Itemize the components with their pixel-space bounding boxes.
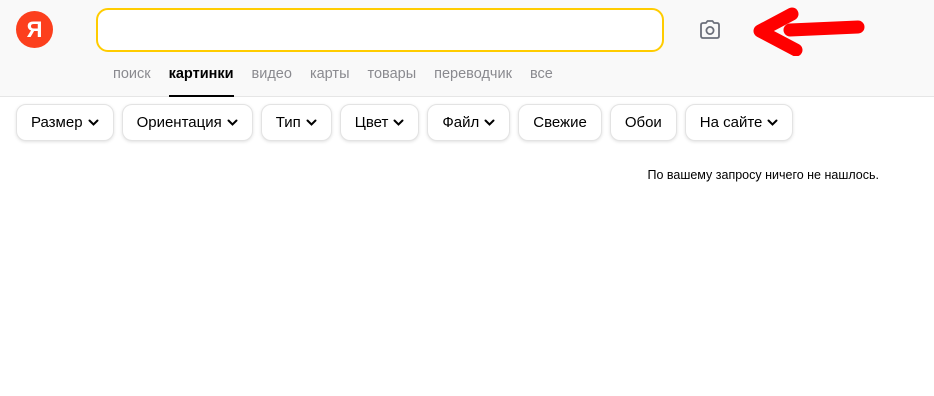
filter-type-button[interactable]: Тип <box>260 104 332 141</box>
filter-label: Свежие <box>533 114 587 131</box>
filter-bar: Размер Ориентация Тип Цвет Файл Свежие О… <box>16 104 794 141</box>
camera-search-button[interactable] <box>693 14 727 46</box>
chevron-down-icon <box>306 119 317 127</box>
filter-orientation-button[interactable]: Ориентация <box>121 104 253 141</box>
camera-icon <box>700 20 720 39</box>
nav-item-translator[interactable]: переводчик <box>434 64 512 97</box>
chevron-down-icon <box>484 119 495 127</box>
filter-label: Файл <box>442 114 480 131</box>
chevron-down-icon <box>88 119 99 127</box>
filter-label: На сайте <box>699 114 763 131</box>
filter-label: Обои <box>624 114 662 131</box>
chevron-down-icon <box>227 119 238 127</box>
search-input[interactable] <box>98 10 662 50</box>
nav-item-video[interactable]: видео <box>252 64 292 97</box>
filter-fresh-button[interactable]: Свежие <box>518 104 602 141</box>
nav-item-images[interactable]: картинки <box>168 64 234 97</box>
nav-item-products[interactable]: товары <box>368 64 417 97</box>
filter-label: Тип <box>275 114 301 131</box>
chevron-down-icon <box>393 119 404 127</box>
filter-label: Цвет <box>354 114 389 131</box>
filter-file-button[interactable]: Файл <box>427 104 511 141</box>
filter-label: Размер <box>31 114 83 131</box>
filter-wallpapers-button[interactable]: Обои <box>609 104 677 141</box>
search-type-nav: поиск картинки видео карты товары перево… <box>113 64 571 97</box>
search-box <box>96 8 664 52</box>
yandex-logo[interactable]: Я <box>16 11 53 48</box>
filter-on-site-button[interactable]: На сайте <box>684 104 794 141</box>
filter-size-button[interactable]: Размер <box>16 104 114 141</box>
nav-item-maps[interactable]: карты <box>310 64 350 97</box>
header: Я поиск картинки видео карты товары пере… <box>0 0 934 97</box>
nav-item-all[interactable]: все <box>530 64 553 97</box>
red-arrow-annotation <box>753 7 865 56</box>
chevron-down-icon <box>767 119 778 127</box>
filter-color-button[interactable]: Цвет <box>339 104 420 141</box>
no-results-message: По вашему запросу ничего не нашлось. <box>647 168 879 182</box>
filter-label: Ориентация <box>136 114 222 131</box>
nav-item-search[interactable]: поиск <box>113 64 151 97</box>
logo-letter: Я <box>26 16 43 42</box>
